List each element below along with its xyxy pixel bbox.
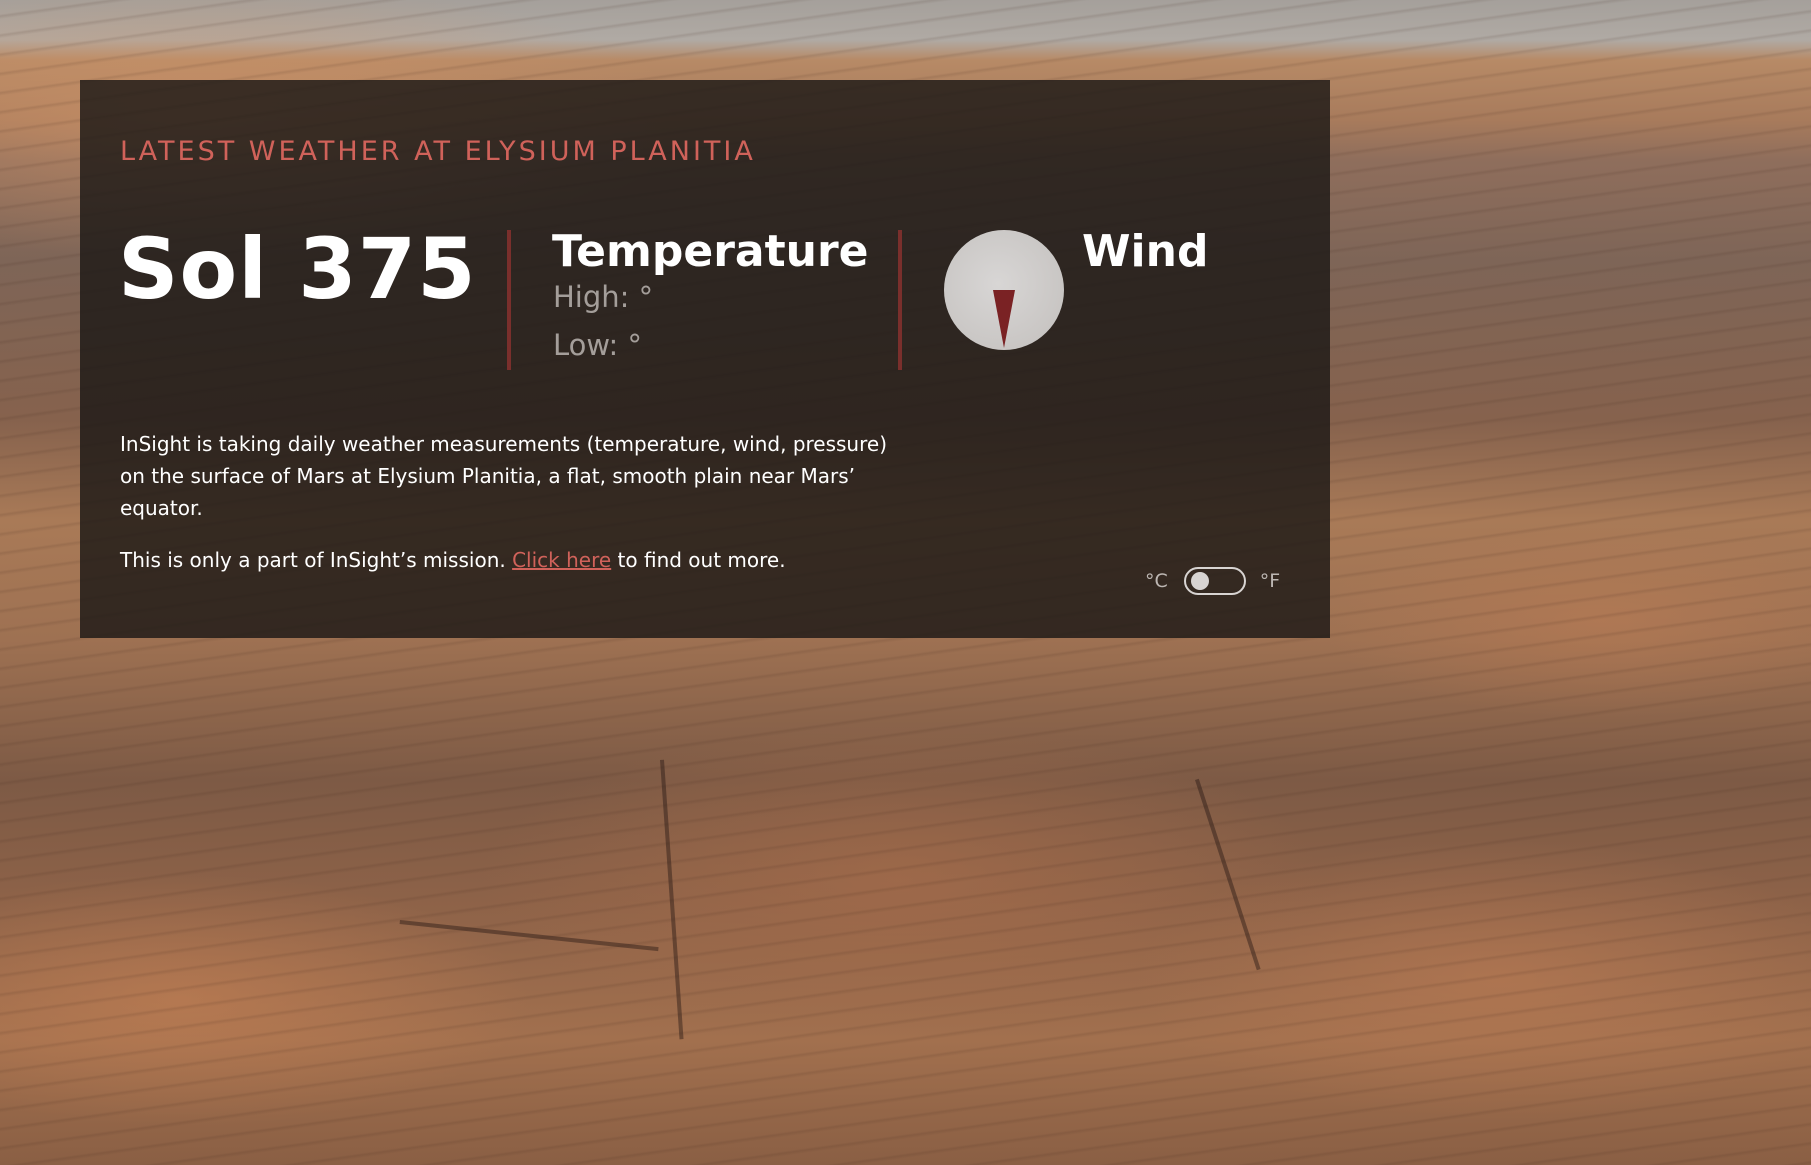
divider	[898, 230, 902, 370]
temperature-title: Temperature	[552, 226, 869, 277]
sol-number: Sol 375	[118, 220, 477, 318]
mission-info: InSight is taking daily weather measurem…	[120, 428, 900, 596]
unit-toggle: °C °F	[1145, 564, 1280, 598]
temperature-high: High: °	[553, 280, 654, 314]
info-paragraph: InSight is taking daily weather measurem…	[120, 432, 888, 520]
temperature-low: Low: °	[553, 328, 643, 362]
celsius-label: °C	[1145, 570, 1168, 592]
divider	[507, 230, 511, 370]
unit-switch[interactable]	[1183, 567, 1246, 595]
wind-direction-arrow-icon	[993, 290, 1015, 348]
page-headline: LATEST WEATHER AT ELYSIUM PLANITIA	[120, 136, 756, 167]
info-text: This is only a part of InSight’s mission…	[120, 548, 513, 572]
wind-compass-icon	[944, 230, 1064, 350]
info-text: to find out more.	[611, 548, 786, 572]
weather-panel: LATEST WEATHER AT ELYSIUM PLANITIA Sol 3…	[80, 80, 1330, 638]
wind-title: Wind	[1082, 226, 1209, 277]
switch-knob	[1190, 572, 1209, 590]
info-paragraph: This is only a part of InSight’s mission…	[120, 544, 900, 576]
find-out-more-link[interactable]: Click here	[512, 548, 611, 572]
fahrenheit-label: °F	[1259, 570, 1281, 592]
